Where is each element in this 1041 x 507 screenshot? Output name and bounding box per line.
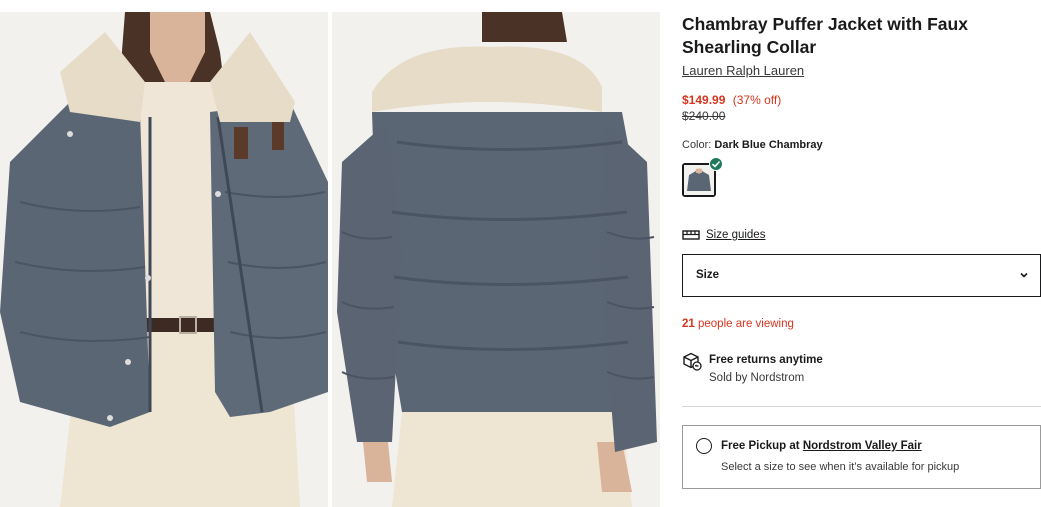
product-image-gallery xyxy=(0,0,660,507)
sale-price: $149.99 xyxy=(682,93,726,107)
pickup-prefix: Free Pickup at xyxy=(721,440,803,452)
original-price: $240.00 xyxy=(682,109,726,123)
size-select-label: Size xyxy=(696,269,720,281)
price-row: $149.99 (37% off) xyxy=(682,93,781,107)
pickup-note: Select a size to see when it’s available… xyxy=(721,461,960,473)
pickup-store-link[interactable]: Nordstrom Valley Fair xyxy=(803,440,922,452)
color-label: Color: xyxy=(682,139,712,151)
viewing-count: 21 xyxy=(682,318,695,330)
pickup-option[interactable]: Free Pickup at Nordstrom Valley Fair Sel… xyxy=(682,425,1041,489)
divider xyxy=(682,406,1041,407)
size-guides-link[interactable]: Size guides xyxy=(682,229,765,241)
color-label-line: Color: Dark Blue Chambray xyxy=(682,139,823,151)
pickup-radio[interactable] xyxy=(696,438,712,454)
product-title: Chambray Puffer Jacket with Faux Shearli… xyxy=(682,14,968,57)
product-image-front[interactable] xyxy=(0,12,328,507)
product-image-back[interactable] xyxy=(332,12,660,507)
returns-box-icon xyxy=(683,352,702,371)
size-guides-label: Size guides xyxy=(706,229,766,241)
people-viewing: 21 people are viewing xyxy=(682,318,794,330)
brand-link[interactable]: Lauren Ralph Lauren xyxy=(682,63,804,78)
color-value: Dark Blue Chambray xyxy=(714,139,823,151)
size-select[interactable]: Size xyxy=(682,254,1041,297)
discount-percent: (37% off) xyxy=(732,93,782,107)
product-info-panel: Chambray Puffer Jacket with Faux Shearli… xyxy=(682,0,1041,507)
check-icon xyxy=(709,157,723,171)
size-guide-icon xyxy=(682,230,700,240)
free-returns-title: Free returns anytime xyxy=(709,354,823,366)
viewing-text: people are viewing xyxy=(694,318,794,330)
sold-by: Sold by Nordstrom xyxy=(709,372,805,384)
chevron-down-icon xyxy=(1020,272,1028,278)
pickup-title: Free Pickup at Nordstrom Valley Fair xyxy=(721,440,922,452)
